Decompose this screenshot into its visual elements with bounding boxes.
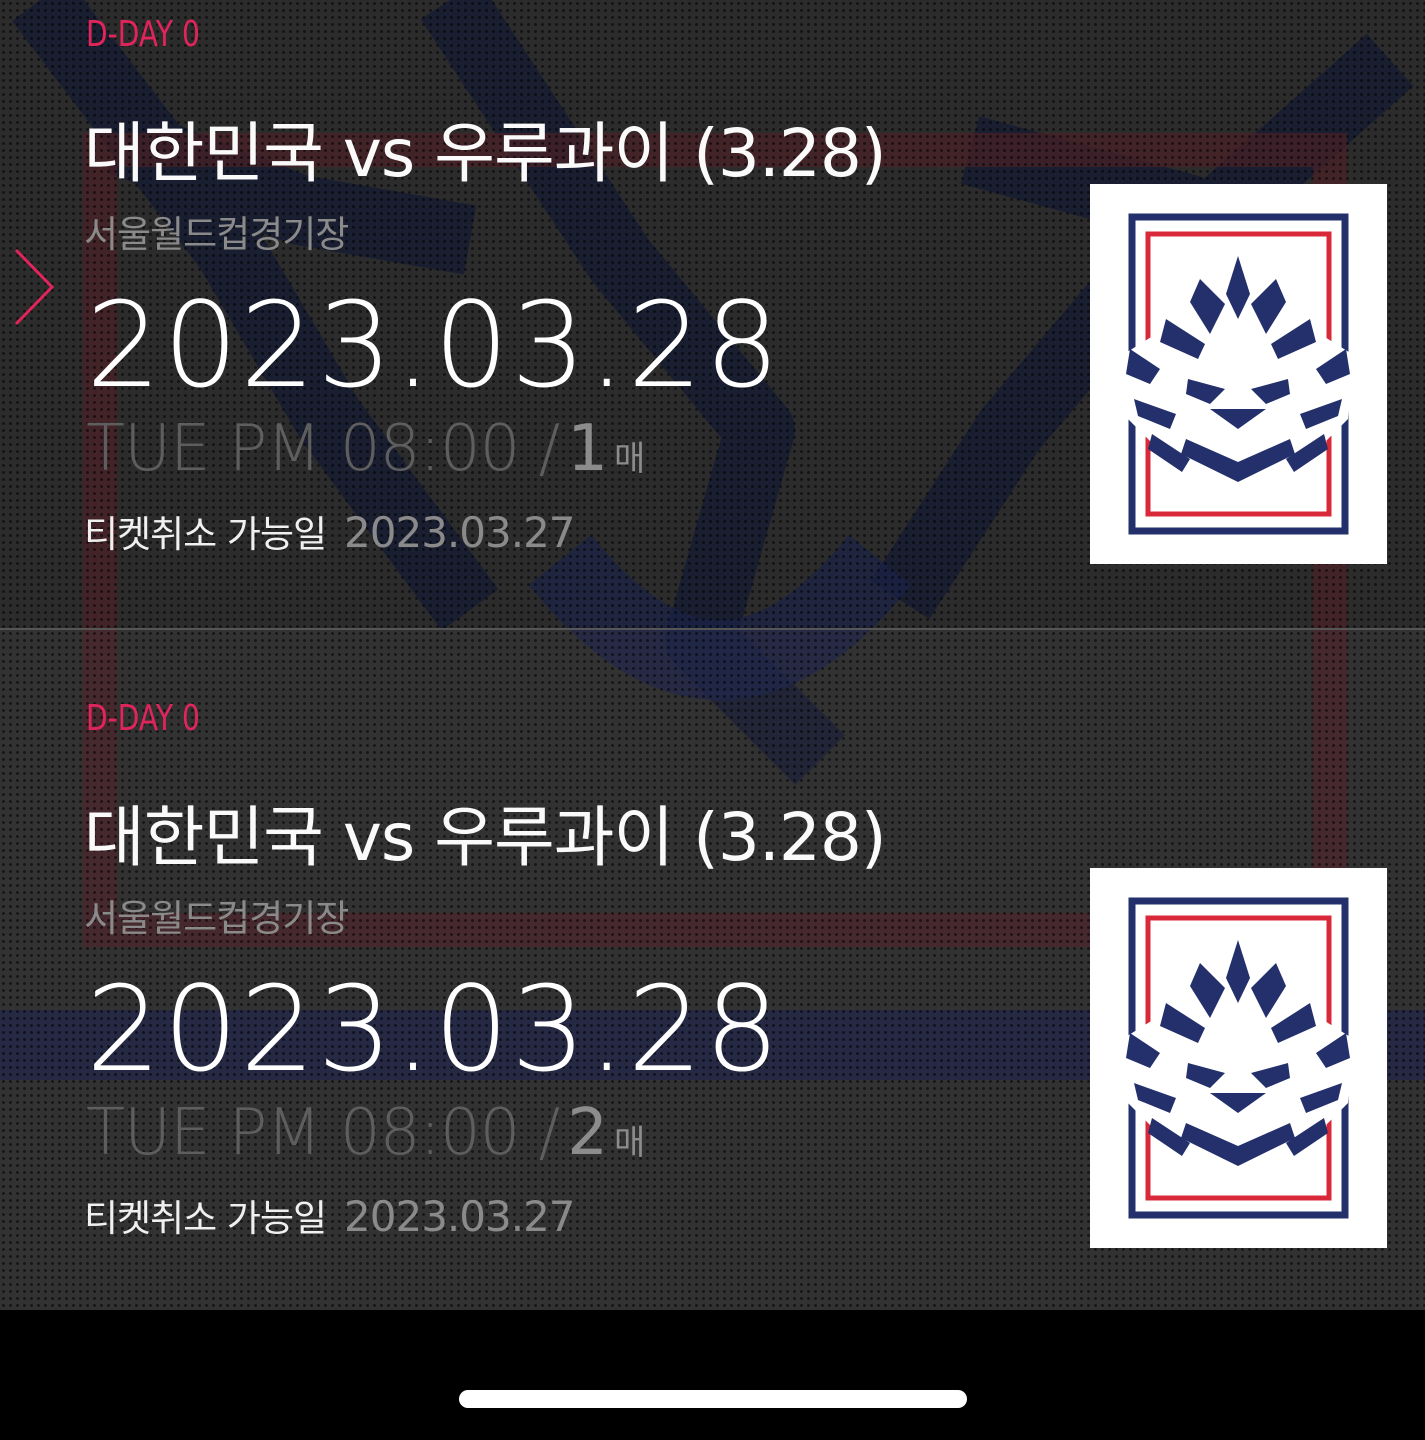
match-title: 대한민국 vs 우루과이 (3.28): [84, 799, 887, 876]
match-time: TUE PM 08:00 /: [86, 1096, 560, 1170]
cancel-deadline-date: 2023.03.27: [344, 1192, 575, 1241]
ticket-count-unit: 매: [613, 1123, 646, 1163]
dday-badge: D-DAY 0: [86, 14, 200, 55]
time-and-count: TUE PM 08:00 /2 매: [86, 1096, 645, 1170]
korea-tiger-emblem-icon: [1090, 184, 1387, 564]
ticket-count: 1: [567, 412, 608, 486]
card-divider: [0, 628, 1425, 630]
ticket-card[interactable]: D-DAY 0 대한민국 vs 우루과이 (3.28) 서울월드컵경기장 202…: [0, 684, 1425, 1310]
match-time: TUE PM 08:00 /: [86, 412, 560, 486]
home-indicator[interactable]: [459, 1390, 967, 1408]
match-date: 2023.03.28: [86, 960, 782, 1098]
cancel-deadline: 티켓취소 가능일 2023.03.27: [84, 1188, 576, 1242]
cancel-deadline-label: 티켓취소 가능일: [84, 513, 327, 556]
match-title: 대한민국 vs 우루과이 (3.28): [84, 115, 887, 192]
cancel-deadline-label: 티켓취소 가능일: [84, 1197, 327, 1240]
time-and-count: TUE PM 08:00 /1 매: [86, 412, 645, 486]
ticket-count-unit: 매: [613, 439, 646, 479]
cancel-deadline: 티켓취소 가능일 2023.03.27: [84, 504, 576, 558]
dday-badge: D-DAY 0: [86, 698, 200, 739]
venue-name: 서울월드컵경기장: [84, 213, 349, 256]
ticket-list-screen: D-DAY 0 대한민국 vs 우루과이 (3.28) 서울월드컵경기장 202…: [0, 0, 1425, 1310]
cancel-deadline-date: 2023.03.27: [344, 508, 575, 557]
venue-name: 서울월드컵경기장: [84, 897, 349, 940]
ticket-card[interactable]: D-DAY 0 대한민국 vs 우루과이 (3.28) 서울월드컵경기장 202…: [0, 0, 1425, 630]
ticket-count: 2: [567, 1096, 608, 1170]
match-date: 2023.03.28: [86, 276, 782, 414]
korea-tiger-emblem-icon: [1090, 868, 1387, 1248]
